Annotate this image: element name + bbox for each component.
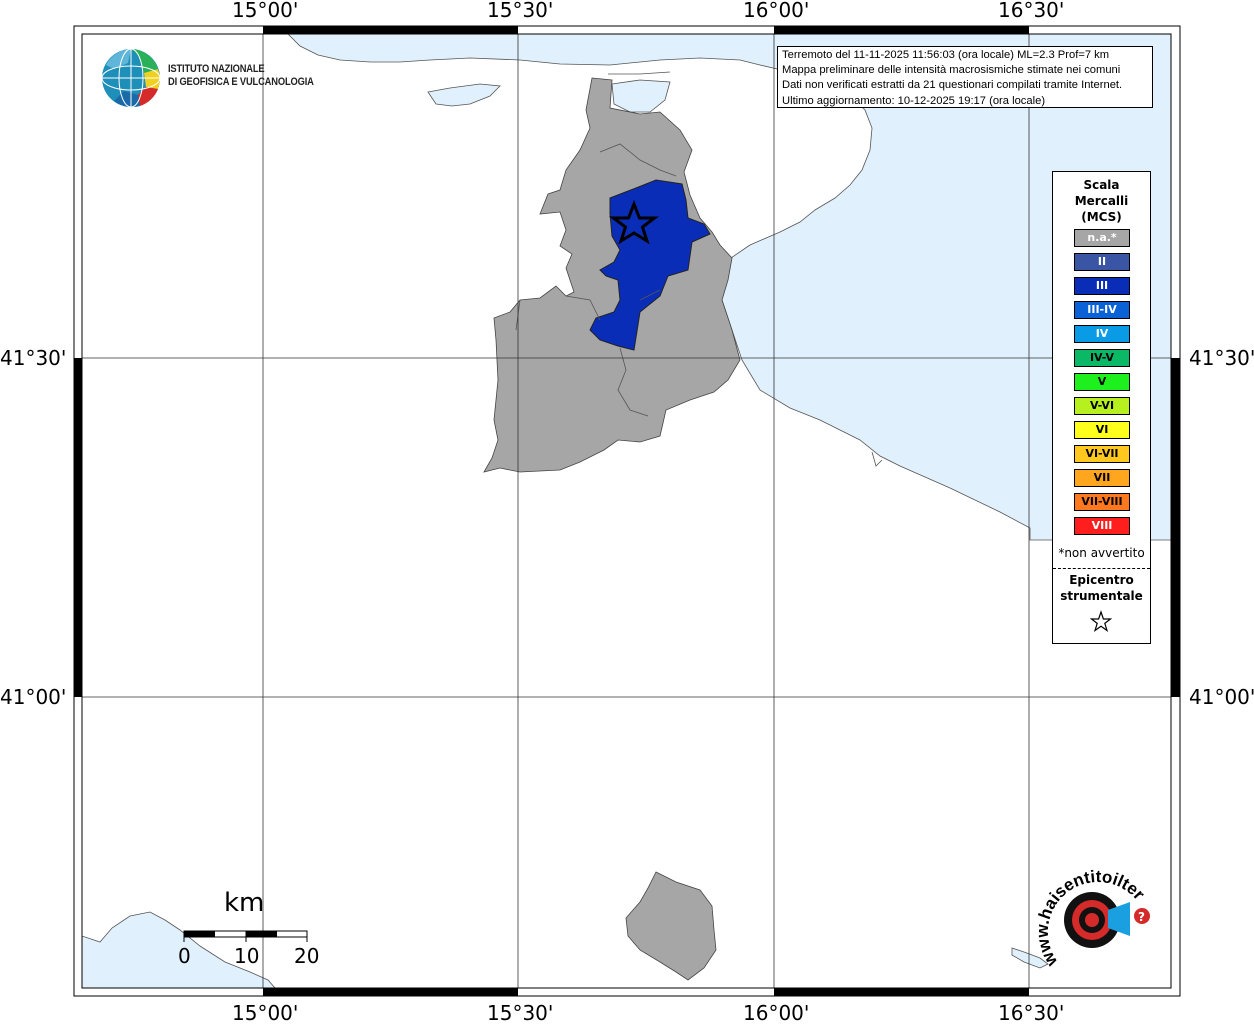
event-info-box: Terremoto del 11-11-2025 11:56:03 (ora l… xyxy=(777,46,1153,108)
legend-swatch: VI xyxy=(1074,421,1130,439)
legend-title-line: Scala xyxy=(1083,178,1120,192)
legend-title-line: (MCS) xyxy=(1081,210,1122,224)
ingv-name-line1: ISTITUTO NAZIONALE xyxy=(168,63,265,75)
lon-label-bottom: 16°00' xyxy=(743,1001,810,1025)
mcs-legend: Scala Mercalli (MCS) n.a.* II III III-IV IV I… xyxy=(1052,171,1151,644)
lon-label-bottom: 15°30' xyxy=(487,1001,554,1025)
lat-label-right: 41°30' xyxy=(1189,346,1254,370)
event-info-line: Ultimo aggiornamento: 10-12-2025 19:17 (… xyxy=(782,94,1046,107)
ingv-globe-icon xyxy=(101,48,161,108)
legend-swatch: n.a.* xyxy=(1074,229,1130,247)
legend-swatch: III xyxy=(1074,277,1130,295)
scale-label: 10 xyxy=(234,944,260,968)
legend-swatch: IV xyxy=(1074,325,1130,343)
haisentito-logo: www.haisentitoilterremoto.it ? xyxy=(1028,862,1150,970)
event-info-line: Terremoto del 11-11-2025 11:56:03 (ora l… xyxy=(782,49,1110,61)
legend-title-line: Mercalli xyxy=(1074,194,1129,208)
lon-label-top: 15°30' xyxy=(487,0,554,22)
event-info-line: Mappa preliminare delle intensità macros… xyxy=(782,64,1121,77)
lat-label-right: 41°00' xyxy=(1189,685,1254,709)
legend-title: Scala Mercalli (MCS) xyxy=(1053,177,1150,225)
lon-label-top: 15°00' xyxy=(232,0,299,22)
legend-swatch: VI-VII xyxy=(1074,445,1130,463)
legend-swatch: V xyxy=(1074,373,1130,391)
lon-label-top: 16°00' xyxy=(743,0,810,22)
legend-divider xyxy=(1053,568,1150,569)
ingv-name-line2: DI GEOFISICA E VULCANOLOGIA xyxy=(168,76,314,88)
legend-swatch: VIII xyxy=(1074,517,1130,535)
lon-label-bottom: 16°30' xyxy=(998,1001,1065,1025)
legend-star-icon xyxy=(1089,610,1113,633)
lat-label-left: 41°00' xyxy=(0,685,67,709)
scale-label: 0 xyxy=(178,944,191,968)
scale-label: 20 xyxy=(294,944,320,968)
lon-label-bottom: 15°00' xyxy=(232,1001,299,1025)
lon-label-top: 16°30' xyxy=(998,0,1065,22)
legend-swatch: VII-VIII xyxy=(1074,493,1130,511)
svg-text:?: ? xyxy=(1138,910,1145,924)
event-info-line: Dati non verificati estratti da 21 quest… xyxy=(782,79,1123,92)
legend-swatch: IV-V xyxy=(1074,349,1130,367)
legend-epicenter-label: Epicentro strumentale xyxy=(1053,572,1150,604)
legend-swatch: II xyxy=(1074,253,1130,271)
legend-swatch: V-VI xyxy=(1074,397,1130,415)
scale-unit: km xyxy=(224,888,265,918)
legend-swatch: VII xyxy=(1074,469,1130,487)
legend-epicenter-line: strumentale xyxy=(1060,589,1143,603)
legend-swatch: III-IV xyxy=(1074,301,1130,319)
legend-note: *non avvertito xyxy=(1058,546,1145,560)
lat-label-left: 41°30' xyxy=(0,346,67,370)
ingv-name: ISTITUTO NAZIONALE DI GEOFISICA E VULCAN… xyxy=(168,63,314,89)
legend-epicenter-line: Epicentro xyxy=(1069,573,1134,587)
ingv-logo: ISTITUTO NAZIONALE DI GEOFISICA E VULCAN… xyxy=(100,47,320,109)
